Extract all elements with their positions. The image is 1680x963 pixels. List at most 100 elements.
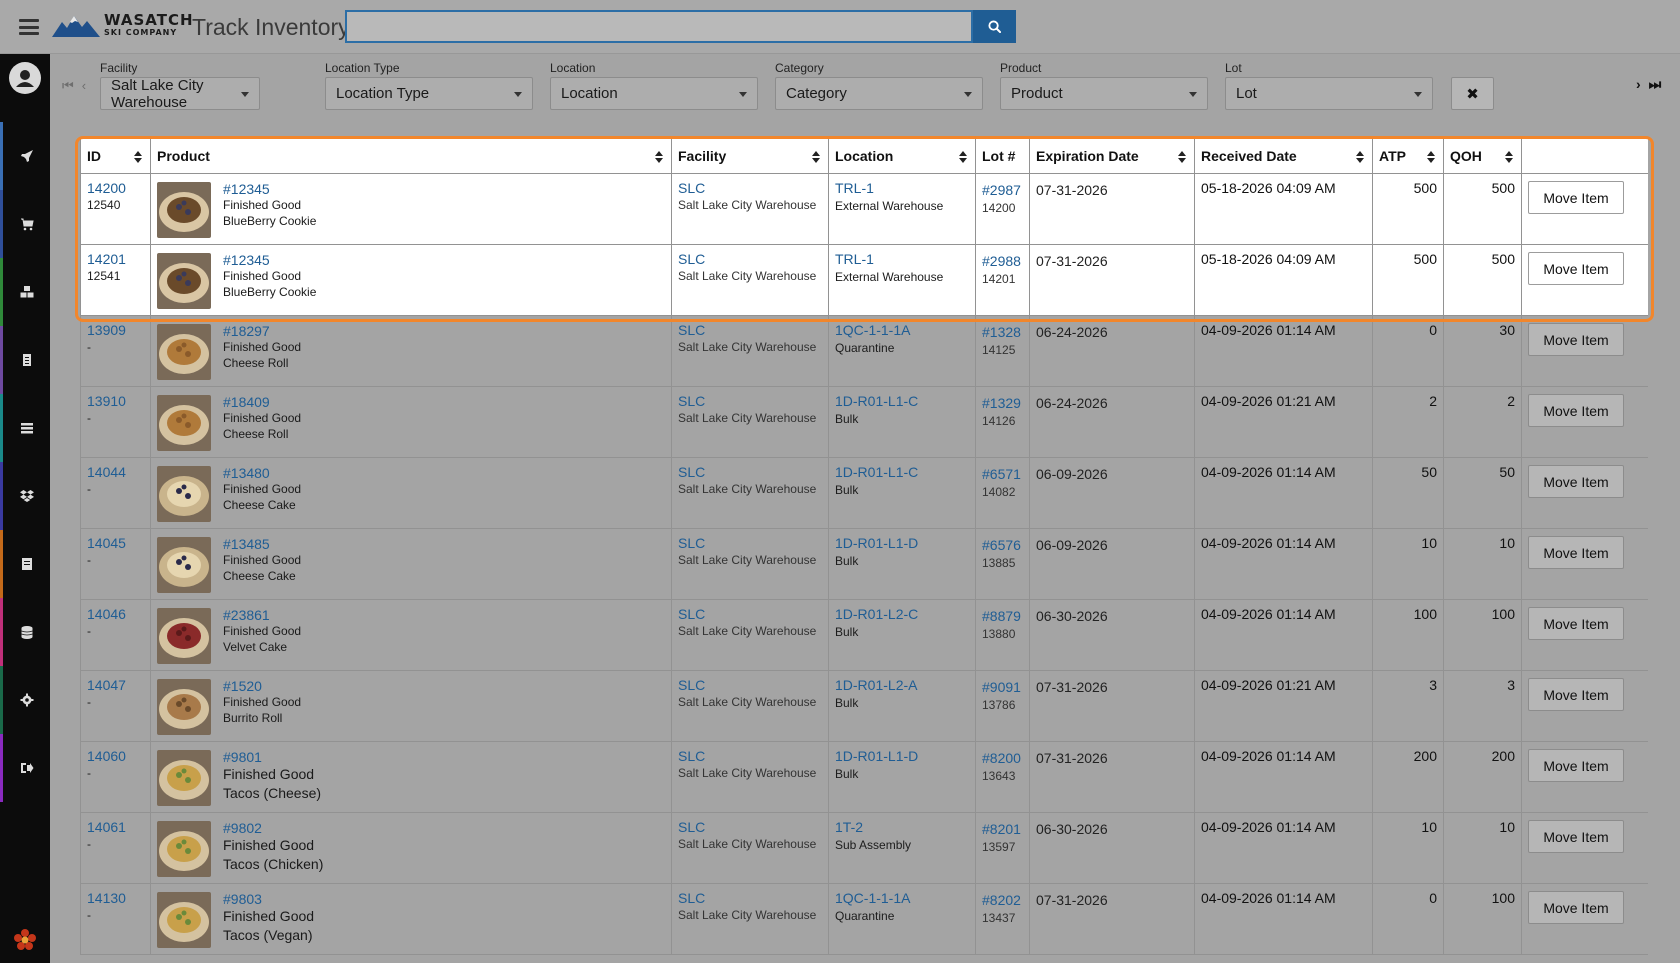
move-item-button[interactable]: Move Item: [1528, 394, 1624, 427]
facility-link[interactable]: SLC: [678, 180, 822, 196]
inventory-id-link[interactable]: 14047: [87, 677, 144, 693]
lot-link[interactable]: #1328: [982, 324, 1023, 340]
sidebar-item-cart[interactable]: [0, 190, 50, 258]
sidebar-item-list[interactable]: [0, 394, 50, 462]
first-page-icon[interactable]: ⏮: [62, 78, 74, 94]
facility-link[interactable]: SLC: [678, 748, 822, 764]
next-page-icon[interactable]: ›: [1636, 76, 1641, 93]
lot-link[interactable]: #8202: [982, 892, 1023, 908]
location-link[interactable]: 1QC-1-1-1A: [835, 890, 969, 906]
clear-filters-button[interactable]: ✖: [1451, 77, 1494, 110]
location-link[interactable]: 1D-R01-L1-C: [835, 464, 969, 480]
column-header-lot[interactable]: Lot #: [975, 138, 1030, 174]
column-header-expiration-date[interactable]: Expiration Date: [1029, 138, 1195, 174]
sidebar-item-rocket[interactable]: [0, 122, 50, 190]
move-item-button[interactable]: Move Item: [1528, 465, 1624, 498]
location-link[interactable]: 1D-R01-L1-D: [835, 535, 969, 551]
search-button[interactable]: [973, 10, 1016, 43]
lot-link[interactable]: #1329: [982, 395, 1023, 411]
lot-select[interactable]: Lot: [1225, 77, 1433, 110]
move-item-button[interactable]: Move Item: [1528, 323, 1624, 356]
move-item-button[interactable]: Move Item: [1528, 607, 1624, 640]
sidebar-item-settings[interactable]: [0, 666, 50, 734]
search-input[interactable]: [345, 10, 973, 43]
facility-link[interactable]: SLC: [678, 393, 822, 409]
sidebar-item-dropbox[interactable]: [0, 462, 50, 530]
lot-link[interactable]: #8879: [982, 608, 1023, 624]
product-thumbnail[interactable]: [157, 892, 211, 948]
facility-link[interactable]: SLC: [678, 606, 822, 622]
facility-link[interactable]: SLC: [678, 535, 822, 551]
product-sku-link[interactable]: #1520: [223, 678, 301, 694]
product-thumbnail[interactable]: [157, 750, 211, 806]
sidebar-item-receipt[interactable]: [0, 530, 50, 598]
hamburger-menu-icon[interactable]: [19, 19, 39, 35]
lot-link[interactable]: #8200: [982, 750, 1023, 766]
sidebar-item-clipboard[interactable]: [0, 326, 50, 394]
facility-select[interactable]: Salt Lake City Warehouse: [100, 77, 260, 111]
inventory-id-link[interactable]: 14044: [87, 464, 144, 480]
column-header-qoh[interactable]: QOH: [1443, 138, 1522, 174]
location-link[interactable]: 1D-R01-L2-A: [835, 677, 969, 693]
move-item-button[interactable]: Move Item: [1528, 181, 1624, 214]
lot-link[interactable]: #2988: [982, 253, 1023, 269]
product-thumbnail[interactable]: [157, 537, 211, 593]
sidebar-item-signout[interactable]: [0, 734, 50, 802]
move-item-button[interactable]: Move Item: [1528, 536, 1624, 569]
product-sku-link[interactable]: #23861: [223, 607, 301, 623]
inventory-id-link[interactable]: 14200: [87, 180, 144, 196]
move-item-button[interactable]: Move Item: [1528, 252, 1624, 285]
location-select[interactable]: Location: [550, 77, 758, 110]
column-header-id[interactable]: ID: [80, 138, 151, 174]
move-item-button[interactable]: Move Item: [1528, 891, 1624, 924]
inventory-id-link[interactable]: 13909: [87, 322, 144, 338]
facility-link[interactable]: SLC: [678, 322, 822, 338]
product-sku-link[interactable]: #12345: [223, 252, 316, 268]
facility-link[interactable]: SLC: [678, 890, 822, 906]
company-logo[interactable]: WASATCH SKI COMPANY: [52, 13, 194, 37]
product-sku-link[interactable]: #13480: [223, 465, 301, 481]
facility-link[interactable]: SLC: [678, 677, 822, 693]
inventory-id-link[interactable]: 14045: [87, 535, 144, 551]
facility-link[interactable]: SLC: [678, 819, 822, 835]
location-link[interactable]: TRL-1: [835, 180, 969, 196]
lot-link[interactable]: #6576: [982, 537, 1023, 553]
product-thumbnail[interactable]: [157, 679, 211, 735]
column-header-location[interactable]: Location: [828, 138, 976, 174]
product-sku-link[interactable]: #18297: [223, 323, 301, 339]
product-sku-link[interactable]: #18409: [223, 394, 301, 410]
location-link[interactable]: 1QC-1-1-1A: [835, 322, 969, 338]
location-link[interactable]: 1D-R01-L2-C: [835, 606, 969, 622]
facility-link[interactable]: SLC: [678, 251, 822, 267]
prev-page-icon[interactable]: ‹: [82, 78, 86, 94]
product-select[interactable]: Product: [1000, 77, 1208, 110]
product-thumbnail[interactable]: [157, 324, 211, 380]
last-page-icon[interactable]: ⏭: [1649, 76, 1662, 93]
move-item-button[interactable]: Move Item: [1528, 749, 1624, 782]
lot-link[interactable]: #2987: [982, 182, 1023, 198]
lot-link[interactable]: #8201: [982, 821, 1023, 837]
sidebar-item-database[interactable]: [0, 598, 50, 666]
category-select[interactable]: Category: [775, 77, 983, 110]
column-header-product[interactable]: Product: [150, 138, 672, 174]
move-item-button[interactable]: Move Item: [1528, 820, 1624, 853]
inventory-id-link[interactable]: 13910: [87, 393, 144, 409]
product-sku-link[interactable]: #9803: [223, 891, 314, 907]
location-link[interactable]: TRL-1: [835, 251, 969, 267]
location-link[interactable]: 1D-R01-L1-D: [835, 748, 969, 764]
column-header-facility[interactable]: Facility: [671, 138, 829, 174]
column-header-received-date[interactable]: Received Date: [1194, 138, 1373, 174]
product-sku-link[interactable]: #9802: [223, 820, 323, 836]
product-thumbnail[interactable]: [157, 182, 211, 238]
product-sku-link[interactable]: #12345: [223, 181, 316, 197]
column-header-atp[interactable]: ATP: [1372, 138, 1444, 174]
product-thumbnail[interactable]: [157, 608, 211, 664]
product-thumbnail[interactable]: [157, 395, 211, 451]
location-type-select[interactable]: Location Type: [325, 77, 533, 110]
inventory-id-link[interactable]: 14130: [87, 890, 144, 906]
product-sku-link[interactable]: #9801: [223, 749, 321, 765]
product-thumbnail[interactable]: [157, 466, 211, 522]
product-thumbnail[interactable]: [157, 253, 211, 309]
sidebar-item-cubes[interactable]: [0, 258, 50, 326]
facility-link[interactable]: SLC: [678, 464, 822, 480]
